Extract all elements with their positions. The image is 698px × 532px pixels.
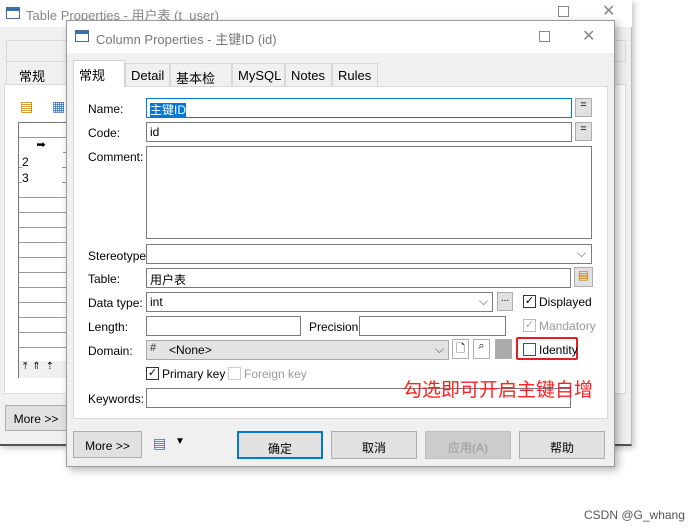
tab-general[interactable]: 常规 (73, 60, 125, 87)
precision-input[interactable] (359, 316, 506, 336)
name-input[interactable]: 主键ID (146, 98, 572, 118)
ok-button[interactable]: 确定 (237, 431, 323, 459)
properties-icon[interactable]: ▤ (20, 98, 33, 115)
code-input[interactable]: id (146, 122, 572, 142)
length-input[interactable] (146, 316, 301, 336)
keywords-label: Keywords: (88, 392, 145, 406)
cancel-button[interactable]: 取消 (331, 431, 417, 459)
chevron-down-icon[interactable]: ⌵ (435, 342, 444, 357)
datatype-select[interactable]: int (146, 292, 493, 312)
length-label: Length: (88, 320, 129, 334)
identity-checkbox[interactable] (523, 343, 536, 356)
domain-select[interactable]: <None> (146, 340, 449, 360)
tab-basic-check[interactable]: 基本检查 (170, 63, 232, 105)
mandatory-label: Mandatory (539, 319, 596, 333)
column-icon (75, 30, 89, 42)
title-bar: Column Properties - 主键ID (id) (67, 21, 614, 53)
primary-key-label: Primary key (162, 367, 226, 381)
comment-textarea[interactable] (146, 146, 592, 239)
chevron-down-icon[interactable]: ⌵ (577, 246, 586, 261)
code-sync-button[interactable]: = (575, 122, 592, 141)
bg-more-button[interactable]: More >> (5, 405, 67, 431)
maximize-icon[interactable] (558, 6, 569, 17)
tab-rules[interactable]: Rules (332, 63, 378, 86)
table-properties-icon[interactable]: ▤ (574, 267, 593, 287)
tab-notes[interactable]: Notes (285, 63, 332, 86)
columns-grid[interactable]: ➡ 2 3 ⤒⇑⇡ (18, 122, 68, 378)
close-icon[interactable]: ✕ (602, 1, 615, 21)
more-button[interactable]: More >> (73, 431, 142, 458)
tab-mysql[interactable]: MySQL (232, 63, 285, 86)
mandatory-checkbox: ✓ (523, 319, 536, 332)
row-number: 2 (22, 155, 62, 169)
help-button[interactable]: 帮助 (519, 431, 605, 459)
precision-label: Precision: (309, 320, 362, 334)
annotation-text: 勾选即可开启主键自增 (403, 380, 594, 401)
comment-label: Comment: (88, 150, 144, 164)
maximize-icon[interactable] (539, 31, 550, 42)
primary-key-checkbox[interactable]: ✓ (146, 367, 159, 380)
name-label: Name: (88, 102, 124, 116)
displayed-label: Displayed (539, 295, 592, 309)
identity-label: Identity (539, 343, 578, 357)
code-label: Code: (88, 126, 121, 140)
domain-icon: # (150, 342, 157, 354)
name-code-sync-button[interactable]: = (575, 98, 592, 117)
tab-detail[interactable]: Detail (125, 63, 170, 86)
foreign-key-label: Foreign key (244, 367, 307, 381)
document-icon[interactable]: ▤ (153, 435, 166, 452)
chevron-down-icon[interactable]: ⌵ (479, 294, 488, 309)
domain-disabled-icon (495, 339, 512, 359)
caret-down-icon[interactable]: ▼ (175, 436, 185, 447)
stereotype-select[interactable] (146, 244, 592, 264)
foreign-key-checkbox (228, 367, 241, 380)
table-label: Table: (88, 272, 121, 286)
watermark: CSDN @G_whang (584, 508, 685, 522)
table-input: 用户表 (146, 268, 571, 288)
move-top-icon[interactable]: ⤒⇑⇡ (19, 361, 67, 378)
domain-label: Domain: (88, 344, 133, 358)
new-domain-icon[interactable]: 🗋 (452, 339, 469, 359)
stereotype-label: Stereotype: (88, 249, 150, 263)
datatype-label: Data type: (88, 296, 143, 310)
datatype-browse-button[interactable]: ... (497, 292, 513, 311)
insert-row-icon[interactable]: ▦ (52, 98, 65, 115)
row-number: 3 (22, 171, 62, 185)
apply-button: 应用(A) (425, 431, 511, 459)
table-icon (6, 7, 20, 19)
domain-properties-icon[interactable]: ⌕ (473, 339, 490, 359)
name-value: 主键ID (150, 103, 187, 117)
dialog-title: Column Properties - 主键ID (id) (96, 32, 277, 47)
current-row-arrow-icon: ➡ (19, 138, 63, 153)
close-icon[interactable]: ✕ (582, 26, 595, 46)
displayed-checkbox[interactable]: ✓ (523, 295, 536, 308)
